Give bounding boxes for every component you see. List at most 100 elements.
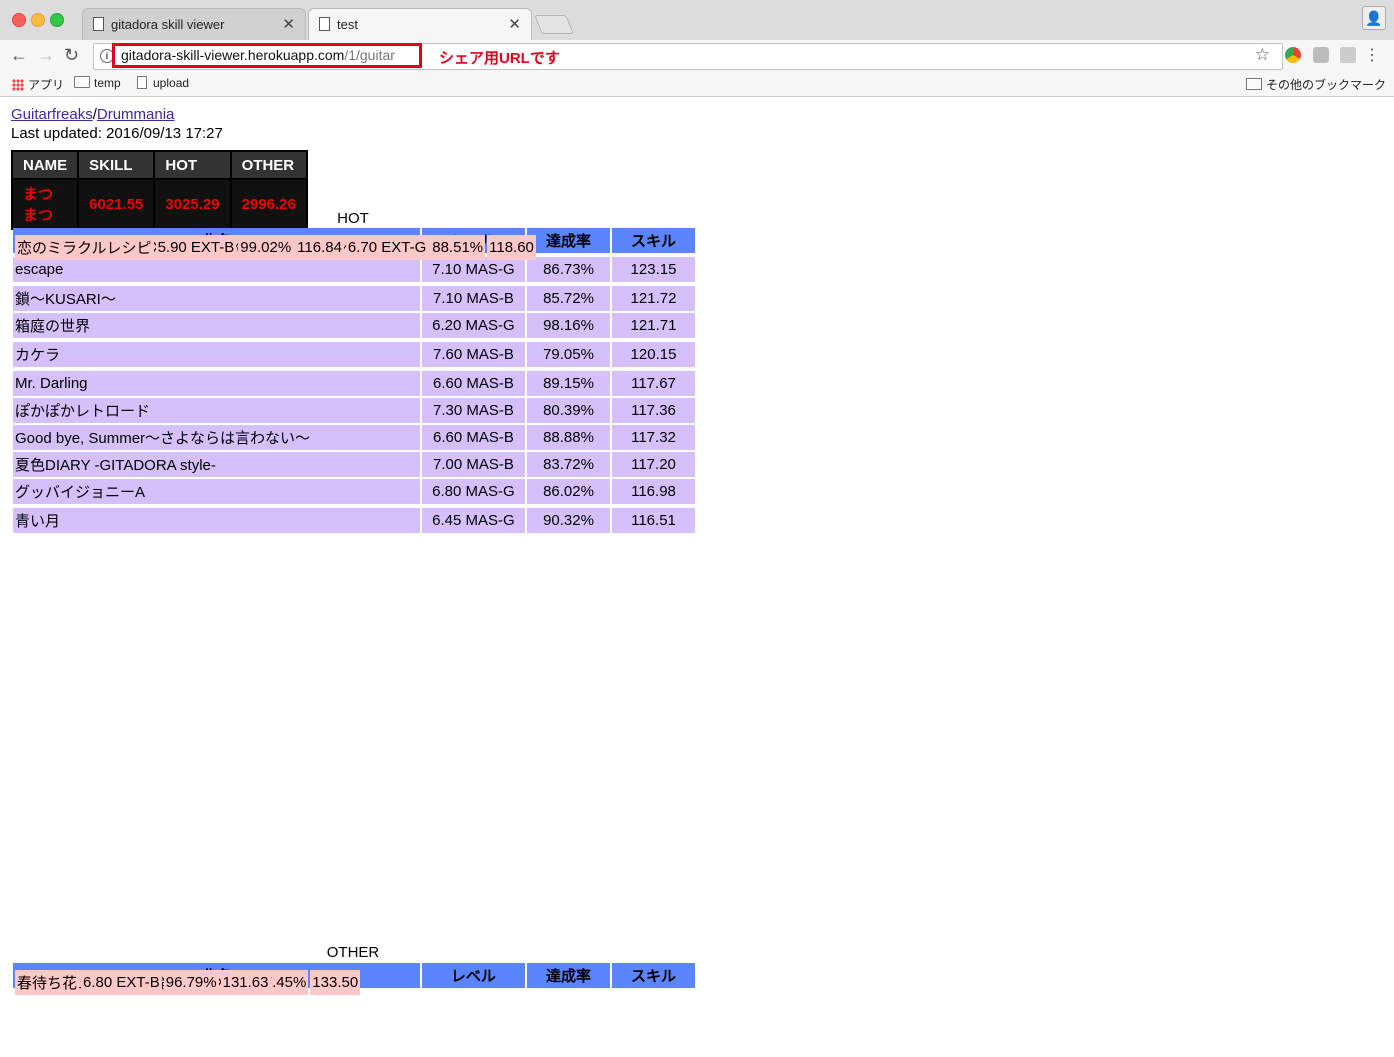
level-cell: 7.00 MAS-B bbox=[421, 452, 526, 477]
level-cell: 6.20 MAS-G bbox=[421, 313, 526, 338]
table-row: Good bye, Summer〜さよならは言わない〜 6.60 MAS-B 88.… bbox=[13, 425, 695, 450]
bookmark-other[interactable]: その他のブックマーク bbox=[1245, 76, 1386, 93]
other-skill-table: 曲名 レベル 達成率 スキル ポップミュージック論6.85 EXT-B97.45… bbox=[11, 961, 697, 995]
tab-strip: gitadora skill viewer ✕ test ✕ 👤 bbox=[0, 0, 1394, 40]
level-cell: 6.45 MAS-G bbox=[421, 508, 526, 533]
forward-icon[interactable]: → bbox=[37, 45, 55, 66]
achievement-rate-cell: 86.73% bbox=[527, 257, 610, 282]
bookmark-star-icon[interactable]: ☆ bbox=[1255, 45, 1270, 65]
table-row: ぽかぽかレトロード 7.30 MAS-B 80.39% 117.36 bbox=[13, 398, 695, 423]
achievement-rate-cell: 99.02% bbox=[238, 235, 294, 260]
hot-table-body: 滅亡天使 † にこきゅっぴん7.30 EXT-G90.12%131.57STAN… bbox=[13, 235, 695, 533]
hot-section-title: HOT bbox=[337, 210, 369, 227]
tab-test[interactable]: test ✕ bbox=[308, 8, 532, 40]
song-name-cell: 箱庭の世界 bbox=[13, 313, 420, 338]
address-bar[interactable]: i gitadora-skill-viewer.herokuapp.com/1/… bbox=[93, 43, 1283, 70]
summary-header-other: OTHER bbox=[231, 152, 306, 178]
extension-icon[interactable] bbox=[1340, 47, 1356, 63]
skill-point-cell: 121.72 bbox=[612, 286, 695, 311]
drummania-link[interactable]: Drummania bbox=[97, 106, 175, 123]
url-highlight-box[interactable]: gitadora-skill-viewer.herokuapp.com/1/gu… bbox=[112, 43, 422, 68]
url-path: /1/guitar bbox=[344, 47, 395, 63]
level-cell: 7.10 MAS-B bbox=[421, 286, 526, 311]
level-cell: 6.80 MAS-G bbox=[421, 479, 526, 504]
skill-point-cell: 117.20 bbox=[612, 452, 695, 477]
window-minimize-button[interactable] bbox=[31, 13, 45, 27]
song-name-cell: 青い月 bbox=[13, 508, 420, 533]
song-name-cell: 夏色DIARY -GITADORA style- bbox=[13, 452, 420, 477]
table-row: 箱庭の世界 6.20 MAS-G 98.16% 121.71 bbox=[13, 313, 695, 338]
achievement-rate-cell: 85.72% bbox=[527, 286, 610, 311]
reload-icon[interactable]: ↻ bbox=[64, 45, 79, 66]
last-updated: Last updated: 2016/09/13 17:27 bbox=[11, 125, 223, 142]
skill-point-cell: 133.50 bbox=[310, 970, 361, 995]
table-row: 春待ち花 6.80 EXT-B 96.79% 131.63 bbox=[13, 968, 271, 995]
bookmark-apps[interactable]: アプリ bbox=[12, 76, 64, 93]
level-cell: 7.60 MAS-B bbox=[421, 342, 526, 367]
song-name-cell: ぽかぽかレトロード bbox=[13, 398, 420, 423]
skill-point-cell: 118.60 bbox=[487, 235, 536, 260]
achievement-rate-cell: 79.05% bbox=[527, 342, 610, 367]
tab-close-icon[interactable]: ✕ bbox=[508, 15, 521, 33]
skill-point-cell: 121.71 bbox=[612, 313, 695, 338]
skill-point-cell: 120.15 bbox=[612, 342, 695, 367]
table-row: 夏色DIARY -GITADORA style- 7.00 MAS-B 83.72%… bbox=[13, 452, 695, 477]
skill-point-cell: 117.32 bbox=[612, 425, 695, 450]
bookmark-upload[interactable]: upload bbox=[137, 76, 189, 90]
level-cell: 6.70 EXT-G bbox=[345, 235, 429, 260]
tab-close-icon[interactable]: ✕ bbox=[282, 15, 295, 33]
level-cell: 6.80 EXT-B bbox=[81, 970, 162, 995]
skill-point-cell: 123.15 bbox=[612, 257, 695, 282]
tab-title: gitadora skill viewer bbox=[111, 17, 225, 32]
song-name-cell: 恋のミラクルレシピ bbox=[15, 235, 154, 260]
other-section-title: OTHER bbox=[326, 944, 380, 961]
summary-header-hot: HOT bbox=[155, 152, 230, 178]
achievement-rate-cell: 80.39% bbox=[527, 398, 610, 423]
column-header-rate: 達成率 bbox=[527, 228, 610, 253]
page-icon bbox=[93, 17, 104, 31]
page-icon bbox=[319, 17, 330, 31]
window-close-button[interactable] bbox=[12, 13, 26, 27]
new-tab-button[interactable] bbox=[534, 15, 574, 34]
level-cell: 5.90 EXT-B bbox=[155, 235, 237, 260]
summary-header-skill: SKILL bbox=[79, 152, 154, 178]
level-cell: 6.60 MAS-B bbox=[421, 371, 526, 396]
folder-icon bbox=[74, 76, 90, 88]
achievement-rate-cell: 96.79% bbox=[163, 970, 219, 995]
table-row: 恋のミラクルレシピ 5.90 EXT-B 99.02% 116.84 bbox=[13, 233, 344, 260]
song-name-cell: 鎖〜KUSARI〜 bbox=[13, 286, 420, 311]
achievement-rate-cell: 89.15% bbox=[527, 371, 610, 396]
song-name-cell: グッバイジョニーA bbox=[13, 479, 420, 504]
url-host: gitadora-skill-viewer.herokuapp.com bbox=[121, 47, 345, 63]
skill-point-cell: 117.67 bbox=[612, 371, 695, 396]
song-name-cell: カケラ bbox=[13, 342, 420, 367]
level-cell: 6.60 MAS-B bbox=[421, 425, 526, 450]
guitarfreaks-link[interactable]: Guitarfreaks bbox=[11, 106, 93, 123]
window-maximize-button[interactable] bbox=[50, 13, 64, 27]
achievement-rate-cell: 98.16% bbox=[527, 313, 610, 338]
extension-icon[interactable] bbox=[1285, 47, 1301, 63]
song-name-cell: Mr. Darling bbox=[13, 371, 420, 396]
folder-icon bbox=[1245, 78, 1262, 90]
song-name-cell: 春待ち花 bbox=[15, 970, 80, 995]
bookmark-temp[interactable]: temp bbox=[74, 76, 121, 90]
summary-header-name: NAME bbox=[13, 152, 78, 178]
column-header-skill: スキル bbox=[612, 228, 695, 253]
browser-menu-icon[interactable]: ⋮ bbox=[1364, 45, 1380, 65]
hot-skill-table: 曲名 レベル 達成率 スキル 滅亡天使 † にこきゅっぴん7.30 EXT-G9… bbox=[11, 226, 697, 535]
share-url-annotation: シェア用URLです bbox=[439, 50, 560, 67]
back-icon[interactable]: ← bbox=[10, 45, 28, 66]
profile-icon[interactable]: 👤 bbox=[1362, 6, 1386, 30]
column-header-rate: 達成率 bbox=[527, 963, 610, 988]
tab-gitadora-skill-viewer[interactable]: gitadora skill viewer ✕ bbox=[82, 8, 306, 40]
drive-extension-icon[interactable] bbox=[1313, 47, 1329, 63]
table-row: 鎖〜KUSARI〜 7.10 MAS-B 85.72% 121.72 bbox=[13, 286, 695, 311]
achievement-rate-cell: 88.88% bbox=[527, 425, 610, 450]
column-header-skill: スキル bbox=[612, 963, 695, 988]
table-row: カケラ 7.60 MAS-B 79.05% 120.15 bbox=[13, 342, 695, 367]
page-content: Guitarfreaks/Drummania Last updated: 201… bbox=[11, 106, 695, 995]
page-icon bbox=[137, 76, 147, 89]
bookmarks-bar: アプリ temp upload その他のブックマーク bbox=[0, 72, 1394, 97]
skill-point-cell: 116.51 bbox=[612, 508, 695, 533]
achievement-rate-cell: 88.51% bbox=[430, 235, 486, 260]
